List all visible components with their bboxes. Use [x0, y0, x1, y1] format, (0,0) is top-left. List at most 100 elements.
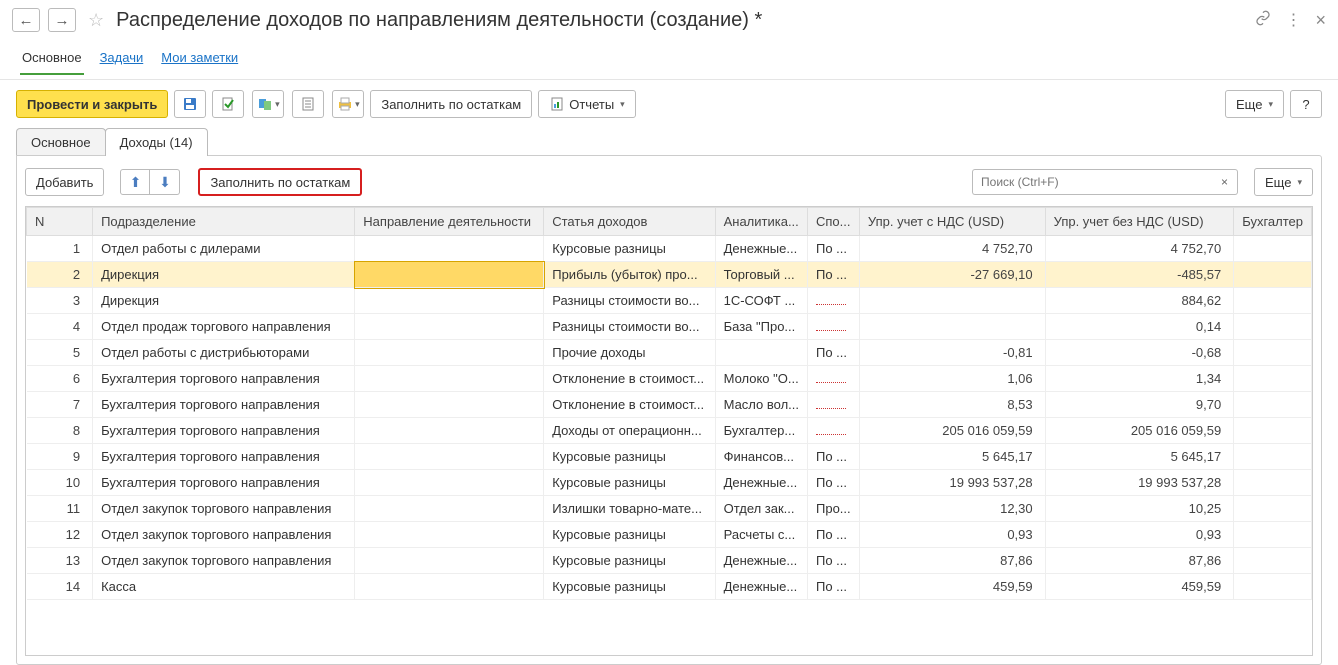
cell-amt1[interactable] [859, 288, 1045, 314]
table-row[interactable]: 4Отдел продаж торгового направленияРазни… [27, 314, 1312, 340]
cell-dir[interactable] [355, 548, 544, 574]
cell-n[interactable]: 8 [27, 418, 93, 444]
link-select-button[interactable]: ▾ [252, 90, 284, 118]
table-row[interactable]: 8Бухгалтерия торгового направленияДоходы… [27, 418, 1312, 444]
cell-amt2[interactable]: 884,62 [1045, 288, 1234, 314]
cell-anal[interactable]: Бухгалтер... [715, 418, 807, 444]
col-dept[interactable]: Подразделение [93, 208, 355, 236]
cell-dir[interactable] [355, 236, 544, 262]
cell-amt2[interactable]: 9,70 [1045, 392, 1234, 418]
col-n[interactable]: N [27, 208, 93, 236]
cell-dir[interactable] [355, 496, 544, 522]
cell-dir[interactable] [355, 444, 544, 470]
col-spo[interactable]: Спо... [808, 208, 860, 236]
cell-spo[interactable]: По ... [808, 470, 860, 496]
kebab-icon[interactable]: ⋮ [1285, 10, 1301, 30]
cell-amt1[interactable]: -27 669,10 [859, 262, 1045, 288]
cell-amt1[interactable]: 87,86 [859, 548, 1045, 574]
cell-stat[interactable]: Курсовые разницы [544, 236, 715, 262]
cell-dept[interactable]: Бухгалтерия торгового направления [93, 392, 355, 418]
col-stat[interactable]: Статья доходов [544, 208, 715, 236]
cell-n[interactable]: 12 [27, 522, 93, 548]
cell-spo[interactable]: По ... [808, 574, 860, 600]
cell-spo[interactable]: По ... [808, 262, 860, 288]
cell-dir[interactable] [355, 288, 544, 314]
cell-dept[interactable]: Бухгалтерия торгового направления [93, 444, 355, 470]
cell-amt1[interactable]: 205 016 059,59 [859, 418, 1045, 444]
cell-stat[interactable]: Отклонение в стоимост... [544, 392, 715, 418]
cell-anal[interactable]: Денежные... [715, 548, 807, 574]
cell-spo[interactable]: Про... [808, 496, 860, 522]
cell-last[interactable] [1234, 236, 1312, 262]
cell-amt2[interactable]: 87,86 [1045, 548, 1234, 574]
table-row[interactable]: 14КассаКурсовые разницыДенежные...По ...… [27, 574, 1312, 600]
reports-button[interactable]: Отчеты ▾ [538, 90, 635, 118]
print-button[interactable]: ▾ [332, 90, 364, 118]
move-up-button[interactable]: ⬆ [120, 169, 150, 195]
subtab-main[interactable]: Основное [16, 128, 106, 156]
cell-dept[interactable]: Бухгалтерия торгового направления [93, 366, 355, 392]
grid-more-button[interactable]: Еще ▾ [1254, 168, 1313, 196]
cell-last[interactable] [1234, 548, 1312, 574]
cell-stat[interactable]: Доходы от операционн... [544, 418, 715, 444]
star-icon[interactable]: ☆ [84, 10, 108, 31]
cell-amt2[interactable]: 4 752,70 [1045, 236, 1234, 262]
cell-dir[interactable] [355, 366, 544, 392]
search-input[interactable] [972, 169, 1212, 195]
cell-n[interactable]: 9 [27, 444, 93, 470]
cell-n[interactable]: 1 [27, 236, 93, 262]
cell-amt2[interactable]: 459,59 [1045, 574, 1234, 600]
nav-back-button[interactable]: ← [12, 8, 40, 32]
cell-amt1[interactable]: 12,30 [859, 496, 1045, 522]
cell-n[interactable]: 11 [27, 496, 93, 522]
cell-spo[interactable]: По ... [808, 548, 860, 574]
cell-spo[interactable] [808, 418, 860, 444]
help-button[interactable]: ? [1290, 90, 1322, 118]
col-amt2[interactable]: Упр. учет без НДС (USD) [1045, 208, 1234, 236]
cell-stat[interactable]: Разницы стоимости во... [544, 288, 715, 314]
table-row[interactable]: 2ДирекцияПрибыль (убыток) про...Торговый… [27, 262, 1312, 288]
cell-n[interactable]: 14 [27, 574, 93, 600]
col-amt1[interactable]: Упр. учет с НДС (USD) [859, 208, 1045, 236]
cell-anal[interactable] [715, 340, 807, 366]
table-row[interactable]: 13Отдел закупок торгового направленияКур… [27, 548, 1312, 574]
cell-amt1[interactable]: 0,93 [859, 522, 1045, 548]
cell-spo[interactable]: По ... [808, 236, 860, 262]
cell-dept[interactable]: Отдел закупок торгового направления [93, 496, 355, 522]
more-button[interactable]: Еще ▾ [1225, 90, 1284, 118]
cell-dept[interactable]: Дирекция [93, 262, 355, 288]
grid-fill-by-balance-button[interactable]: Заполнить по остаткам [198, 168, 362, 196]
cell-n[interactable]: 5 [27, 340, 93, 366]
cell-amt1[interactable]: 8,53 [859, 392, 1045, 418]
cell-anal[interactable]: 1С-СОФТ ... [715, 288, 807, 314]
cell-amt2[interactable]: 10,25 [1045, 496, 1234, 522]
cell-last[interactable] [1234, 340, 1312, 366]
cell-last[interactable] [1234, 392, 1312, 418]
cell-n[interactable]: 6 [27, 366, 93, 392]
cell-amt1[interactable]: 459,59 [859, 574, 1045, 600]
cell-dept[interactable]: Отдел продаж торгового направления [93, 314, 355, 340]
cell-amt1[interactable]: 4 752,70 [859, 236, 1045, 262]
cell-last[interactable] [1234, 418, 1312, 444]
cell-spo[interactable] [808, 366, 860, 392]
cell-dir[interactable] [355, 418, 544, 444]
nav-forward-button[interactable]: → [48, 8, 76, 32]
cell-last[interactable] [1234, 288, 1312, 314]
cell-last[interactable] [1234, 262, 1312, 288]
cell-spo[interactable]: По ... [808, 444, 860, 470]
tab-notes[interactable]: Мои заметки [159, 46, 240, 75]
cell-stat[interactable]: Курсовые разницы [544, 548, 715, 574]
cell-amt2[interactable]: 0,93 [1045, 522, 1234, 548]
table-row[interactable]: 3ДирекцияРазницы стоимости во...1С-СОФТ … [27, 288, 1312, 314]
cell-anal[interactable]: Денежные... [715, 236, 807, 262]
cell-anal[interactable]: Торговый ... [715, 262, 807, 288]
cell-stat[interactable]: Прочие доходы [544, 340, 715, 366]
income-grid[interactable]: N Подразделение Направление деятельности… [26, 207, 1312, 600]
cell-anal[interactable]: Финансов... [715, 444, 807, 470]
move-down-button[interactable]: ⬇ [150, 169, 180, 195]
cell-anal[interactable]: Расчеты с... [715, 522, 807, 548]
cell-dept[interactable]: Касса [93, 574, 355, 600]
link-icon[interactable] [1255, 10, 1271, 31]
cell-dept[interactable]: Отдел работы с дистрибьюторами [93, 340, 355, 366]
tab-main[interactable]: Основное [20, 46, 84, 75]
